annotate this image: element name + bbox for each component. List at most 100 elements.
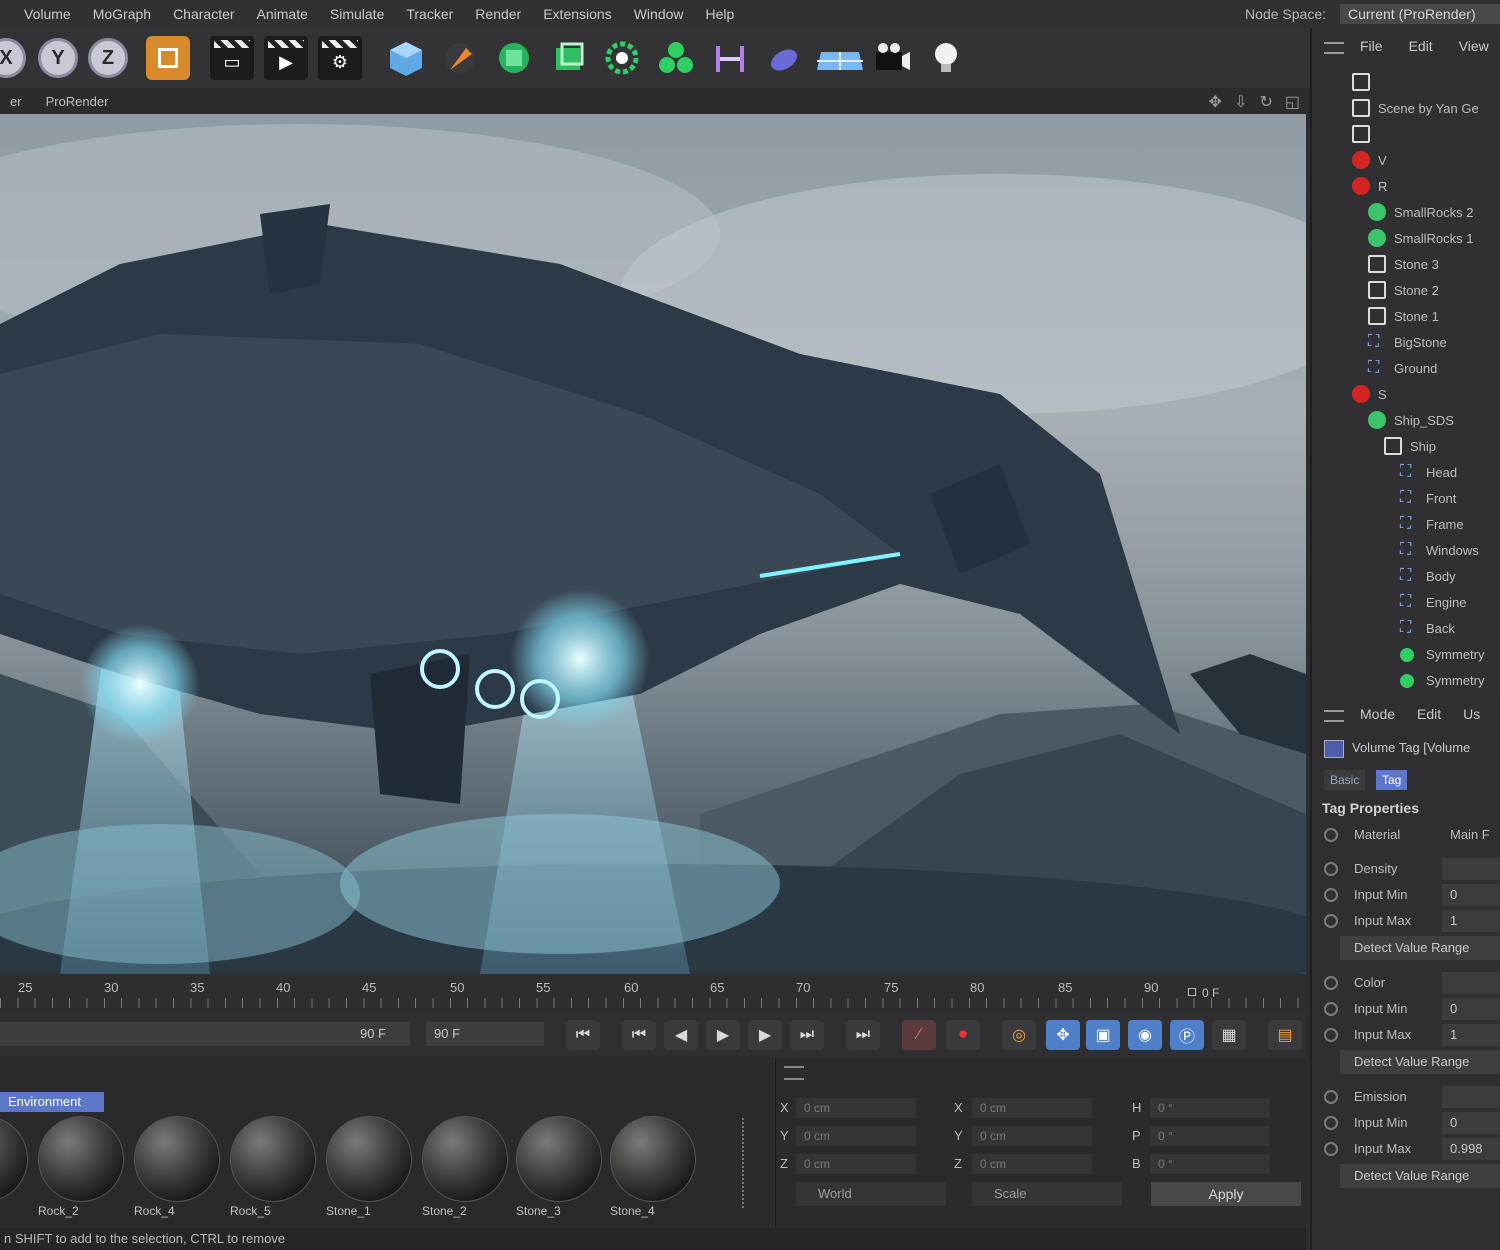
coordinate-mode-dropdown[interactable]: Scale <box>972 1182 1122 1206</box>
z-axis-lock-button[interactable]: Z <box>88 38 128 78</box>
parameter-value-field[interactable]: 0 <box>1442 998 1500 1020</box>
animation-dot-icon[interactable] <box>1324 1090 1338 1104</box>
menu-animate[interactable]: Animate <box>257 6 308 22</box>
material-swatch[interactable]: Stone_1 <box>326 1116 414 1218</box>
menu-render[interactable]: Render <box>475 6 521 22</box>
material-swatch[interactable]: Stone_3 <box>516 1116 604 1218</box>
render-to-picture-viewer-button[interactable]: ▶ <box>264 36 308 80</box>
key-pla-button[interactable]: ▦ <box>1212 1020 1246 1050</box>
previous-key-button[interactable]: ⏮ <box>622 1020 656 1050</box>
key-rotation-button[interactable]: ◉ <box>1128 1020 1162 1050</box>
object-tree-row[interactable]: V <box>1312 148 1500 174</box>
menu-simulate[interactable]: Simulate <box>330 6 384 22</box>
object-tree-row[interactable]: Frame <box>1312 512 1500 538</box>
position-z-field[interactable]: 0 cm <box>796 1154 916 1174</box>
detect-value-range-button[interactable]: Detect Value Range <box>1340 1050 1500 1074</box>
coordinates-menu-icon[interactable] <box>784 1066 804 1080</box>
object-tree-row[interactable]: Ground <box>1312 356 1500 382</box>
playhead-marker[interactable] <box>1188 988 1196 996</box>
object-tree-row[interactable]: Ship <box>1312 434 1500 460</box>
key-parameter-button[interactable]: Ⓟ <box>1170 1020 1204 1050</box>
object-tree-row[interactable]: Head <box>1312 460 1500 486</box>
detect-value-range-button[interactable]: Detect Value Range <box>1340 936 1500 960</box>
menu-extensions[interactable]: Extensions <box>543 6 611 22</box>
material-filter-tab[interactable]: Environment <box>0 1092 104 1112</box>
animation-dot-icon[interactable] <box>1324 1142 1338 1156</box>
animation-dot-icon[interactable] <box>1324 888 1338 902</box>
coordinate-system-button[interactable] <box>146 36 190 80</box>
parameter-value-field[interactable] <box>1442 1086 1500 1108</box>
pen-spline-button[interactable] <box>438 36 482 80</box>
object-tree-row[interactable]: SmallRocks 2 <box>1312 200 1500 226</box>
material-swatch[interactable]: Stone_2 <box>422 1116 510 1218</box>
object-tree-row[interactable]: Stone 2 <box>1312 278 1500 304</box>
viewport-menu-prorender[interactable]: ProRender <box>46 94 109 109</box>
rotate-view-icon[interactable]: ↻ <box>1259 92 1272 112</box>
cloner-button[interactable] <box>600 36 644 80</box>
mograph-button[interactable] <box>654 36 698 80</box>
y-axis-lock-button[interactable]: Y <box>38 38 78 78</box>
material-link-field[interactable]: Main F <box>1450 827 1490 842</box>
am-menu-edit[interactable]: Edit <box>1417 706 1441 722</box>
coordinate-space-dropdown[interactable]: World <box>796 1182 946 1206</box>
previous-frame-button[interactable]: ◀ <box>664 1020 698 1050</box>
viewport-render[interactable] <box>0 114 1306 974</box>
object-tree-row[interactable]: Ship_SDS <box>1312 408 1500 434</box>
viewport-menu-panel[interactable]: er <box>10 94 22 109</box>
object-tree-row[interactable]: Scene by Yan Ge <box>1312 96 1500 122</box>
rotation-p-field[interactable]: 0 ° <box>1150 1126 1270 1146</box>
maximize-view-icon[interactable]: ◱ <box>1285 92 1300 112</box>
subdivision-surface-button[interactable] <box>492 36 536 80</box>
timeline-window-button[interactable]: ▤ <box>1268 1020 1302 1050</box>
parameter-value-field[interactable] <box>1442 858 1500 880</box>
object-tree-row[interactable]: Symmetry <box>1312 668 1500 694</box>
menu-window[interactable]: Window <box>634 6 684 22</box>
parameter-value-field[interactable]: 0.998 <box>1442 1138 1500 1160</box>
cube-button[interactable] <box>384 36 428 80</box>
position-y-field[interactable]: 0 cm <box>796 1126 916 1146</box>
animation-dot-icon[interactable] <box>1324 862 1338 876</box>
scale-z-field[interactable]: 0 cm <box>972 1154 1092 1174</box>
scale-x-field[interactable]: 0 cm <box>972 1098 1092 1118</box>
scale-y-field[interactable]: 0 cm <box>972 1126 1092 1146</box>
om-menu-edit[interactable]: Edit <box>1409 38 1433 54</box>
deformer-button[interactable] <box>708 36 752 80</box>
tab-tag[interactable]: Tag <box>1376 770 1408 790</box>
render-settings-button[interactable]: ⚙ <box>318 36 362 80</box>
move-view-icon[interactable]: ✥ <box>1209 92 1222 112</box>
object-tree-row[interactable]: R <box>1312 174 1500 200</box>
om-menu-file[interactable]: File <box>1360 38 1383 54</box>
object-tree-row[interactable]: Stone 3 <box>1312 252 1500 278</box>
parameter-value-field[interactable]: 0 <box>1442 1112 1500 1134</box>
object-tree-row[interactable]: SmallRocks 1 <box>1312 226 1500 252</box>
parameter-value-field[interactable] <box>1442 972 1500 994</box>
material-scrollbar[interactable] <box>742 1118 750 1208</box>
next-frame-button[interactable]: ▶ <box>748 1020 782 1050</box>
am-menu-user-data[interactable]: Us <box>1463 706 1480 722</box>
key-scale-button[interactable]: ▣ <box>1086 1020 1120 1050</box>
object-tree-row[interactable]: Body <box>1312 564 1500 590</box>
animation-dot-icon[interactable] <box>1324 914 1338 928</box>
am-menu-mode[interactable]: Mode <box>1360 706 1395 722</box>
parameter-value-field[interactable]: 1 <box>1442 1024 1500 1046</box>
play-button[interactable]: ▶ <box>706 1020 740 1050</box>
menu-help[interactable]: Help <box>706 6 735 22</box>
x-axis-lock-button[interactable]: X <box>0 38 26 78</box>
parameter-value-field[interactable]: 1 <box>1442 910 1500 932</box>
light-button[interactable] <box>924 36 968 80</box>
max-frame-field[interactable]: 90 F <box>426 1022 544 1046</box>
animation-dot-icon[interactable] <box>1324 1002 1338 1016</box>
menu-volume[interactable]: Volume <box>24 6 71 22</box>
key-position-button[interactable]: ✥ <box>1046 1020 1080 1050</box>
timeline-ruler[interactable]: 25 30 35 40 45 50 55 60 65 70 75 80 85 9… <box>0 974 1306 1012</box>
apply-button[interactable]: Apply <box>1151 1182 1301 1206</box>
position-x-field[interactable]: 0 cm <box>796 1098 916 1118</box>
animation-dot-icon[interactable] <box>1324 1028 1338 1042</box>
material-swatch[interactable]: Rock_2 <box>38 1116 126 1218</box>
record-disabled-button[interactable]: ∕ <box>902 1020 936 1050</box>
parameter-value-field[interactable]: 0 <box>1442 884 1500 906</box>
record-keys-button[interactable]: ⏺ <box>946 1020 980 1050</box>
object-tree-row[interactable]: S <box>1312 382 1500 408</box>
node-space-dropdown[interactable]: Current (ProRender) <box>1340 4 1500 24</box>
go-to-start-button[interactable]: ⏮ <box>566 1020 600 1050</box>
